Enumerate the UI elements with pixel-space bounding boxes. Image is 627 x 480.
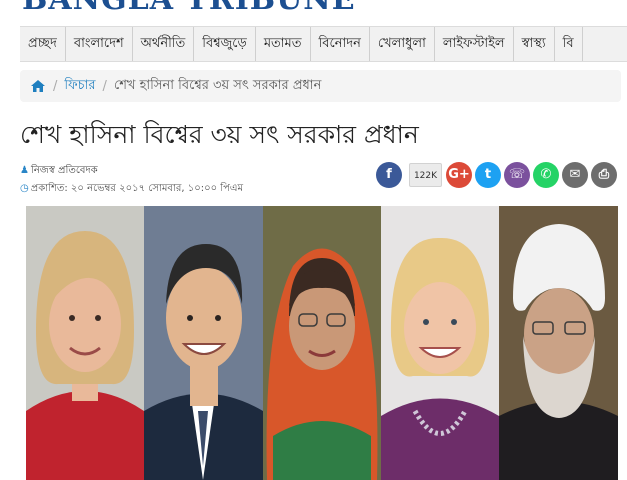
- viber-share-button[interactable]: ☏: [504, 162, 530, 188]
- print-icon: ⎙: [598, 167, 610, 182]
- nav-item-health[interactable]: স্বাস্থ্য: [514, 27, 555, 61]
- nav-item-lifestyle[interactable]: লাইফস্টাইল: [435, 27, 514, 61]
- twitter-share-button[interactable]: t: [475, 162, 501, 188]
- photo-panel-4: [381, 206, 499, 480]
- publish-date: প্রকাশিত: ২০ নভেম্বর ২০১৭ সোমবার, ১০:০০ …: [30, 183, 244, 194]
- site-logo[interactable]: BANGLA TRIBUNE: [22, 0, 356, 16]
- share-count: 122K: [409, 163, 442, 187]
- whatsapp-icon: ✆: [540, 167, 552, 182]
- main-nav: প্রচ্ছদ বাংলাদেশ অর্থনীতি বিশ্বজুড়ে মতা…: [20, 26, 627, 62]
- viber-icon: ☏: [508, 167, 526, 182]
- breadcrumb-current: শেখ হাসিনা বিশ্বের ৩য় সৎ সরকার প্রধান: [113, 77, 322, 93]
- portrait-1: [26, 206, 144, 480]
- twitter-icon: t: [484, 167, 492, 182]
- breadcrumb-separator: /: [102, 78, 107, 94]
- photo-panel-2: [144, 206, 263, 480]
- home-icon[interactable]: [30, 79, 46, 93]
- google-plus-icon: G+: [448, 167, 470, 182]
- portrait-2: [144, 206, 263, 480]
- portrait-3: [263, 206, 381, 480]
- nav-item-sports[interactable]: খেলাধুলা: [370, 27, 435, 61]
- google-plus-share-button[interactable]: G+: [446, 162, 472, 188]
- article-date: ◷ প্রকাশিত: ২০ নভেম্বর ২০১৭ সোমবার, ১০:০০…: [20, 181, 243, 198]
- breadcrumb: / ফিচার / শেখ হাসিনা বিশ্বের ৩য় সৎ সরকা…: [20, 70, 621, 102]
- nav-item-entertainment[interactable]: বিনোদন: [311, 27, 370, 61]
- nav-item-opinion[interactable]: মতামত: [256, 27, 311, 61]
- clock-icon: ◷: [20, 183, 29, 194]
- nav-item-home[interactable]: প্রচ্ছদ: [20, 27, 66, 61]
- nav-item-more[interactable]: বি: [555, 27, 583, 61]
- photo-panel-1: [26, 206, 144, 480]
- whatsapp-share-button[interactable]: ✆: [533, 162, 559, 188]
- breadcrumb-separator: /: [53, 78, 58, 94]
- photo-panel-3: [263, 206, 381, 480]
- print-share-button[interactable]: ⎙: [591, 162, 617, 188]
- nav-item-economy[interactable]: অর্থনীতি: [133, 27, 195, 61]
- nav-item-bangladesh[interactable]: বাংলাদেশ: [66, 27, 133, 61]
- nav-item-world[interactable]: বিশ্বজুড়ে: [194, 27, 256, 61]
- email-icon: ✉: [569, 167, 581, 182]
- facebook-icon: f: [386, 167, 392, 182]
- article-photo: [26, 206, 618, 480]
- article-author: ♟ নিজস্ব প্রতিবেদক: [20, 163, 98, 180]
- email-share-button[interactable]: ✉: [562, 162, 588, 188]
- user-icon: ♟: [20, 165, 29, 176]
- article-title: শেখ হাসিনা বিশ্বের ৩য় সৎ সরকার প্রধান: [20, 120, 419, 149]
- site-logo-strip[interactable]: BANGLA TRIBUNE: [0, 0, 627, 16]
- author-name: নিজস্ব প্রতিবেদক: [30, 165, 98, 176]
- facebook-share-button[interactable]: f: [376, 162, 402, 188]
- breadcrumb-section-link[interactable]: ফিচার: [64, 76, 95, 97]
- portrait-4: [381, 206, 499, 480]
- photo-panel-5: [499, 206, 618, 480]
- portrait-5: [499, 206, 618, 480]
